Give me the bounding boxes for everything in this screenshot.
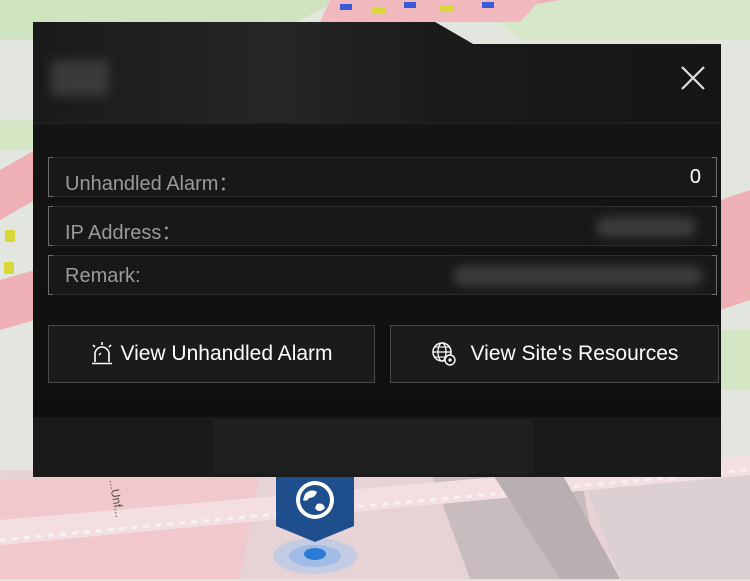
view-site-resources-button[interactable]: View Site's Resources: [390, 325, 719, 383]
site-title: [51, 60, 109, 96]
location-marker[interactable]: [270, 476, 360, 576]
view-unhandled-alarm-button[interactable]: View Unhandled Alarm: [48, 325, 375, 383]
unhandled-alarm-value: 0: [689, 166, 701, 188]
remark-value: [453, 266, 703, 286]
site-info-popup: Unhandled Alarm： 0 IP Address： Remark: V…: [33, 22, 721, 477]
ip-address-row: IP Address：: [48, 206, 717, 246]
ip-address-value: [596, 217, 696, 237]
popup-background: [33, 22, 721, 477]
remark-row: Remark:: [48, 255, 717, 295]
view-site-resources-label: View Site's Resources: [470, 342, 679, 365]
unhandled-alarm-label: Unhandled Alarm：: [65, 173, 239, 195]
close-icon: [681, 66, 705, 90]
view-unhandled-alarm-label: View Unhandled Alarm: [120, 342, 333, 365]
ip-address-label: IP Address：: [65, 222, 182, 244]
alarm-icon: [90, 341, 114, 367]
unhandled-alarm-row: Unhandled Alarm： 0: [48, 157, 717, 197]
globe-icon: [431, 341, 457, 367]
globe-marker-icon: [273, 476, 357, 574]
remark-label: Remark:: [65, 265, 141, 287]
close-button[interactable]: [675, 60, 711, 96]
